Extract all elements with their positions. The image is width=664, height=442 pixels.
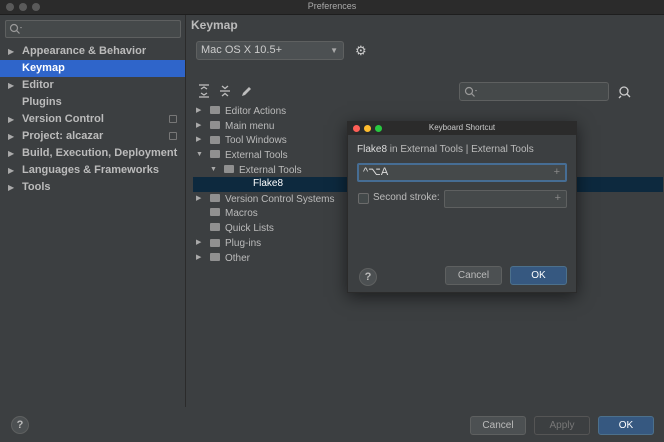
tree-row-label: Tool Windows xyxy=(225,135,287,147)
folder-icon xyxy=(210,194,220,203)
chevron-right-icon[interactable]: ▶ xyxy=(8,43,14,60)
tree-row-label: Flake8 xyxy=(253,178,284,190)
sidebar-item-label: Editor xyxy=(22,79,54,91)
sidebar-item[interactable]: ▶ Appearance & Behavior xyxy=(0,43,185,60)
help-button[interactable]: ? xyxy=(11,416,29,434)
sidebar-item-label: Plugins xyxy=(22,96,62,108)
sidebar-item[interactable]: Keymap xyxy=(0,60,185,77)
dialog-cancel-button[interactable]: Cancel xyxy=(445,266,502,285)
search-icon xyxy=(464,86,477,97)
chevron-right-icon[interactable]: ▶ xyxy=(196,119,205,134)
plus-icon[interactable]: + xyxy=(554,165,560,180)
folder-icon xyxy=(210,150,220,159)
tree-row-label: External Tools xyxy=(239,164,302,176)
page-title: Keymap xyxy=(191,18,238,32)
dialog-help-button[interactable]: ? xyxy=(359,268,377,286)
second-stroke-field[interactable]: + xyxy=(444,190,567,208)
settings-sidebar: ▶ Appearance & Behavior Keymap ▶ Editor Plugi… xyxy=(0,15,186,407)
sidebar-item-label: Languages & Frameworks xyxy=(22,164,159,176)
project-scope-icon xyxy=(169,115,177,123)
sidebar-item[interactable]: ▶ Version Control xyxy=(0,111,185,128)
sidebar-item-label: Version Control xyxy=(22,113,104,125)
tree-row-label: External Tools xyxy=(225,150,288,162)
first-stroke-value: ^⌥A xyxy=(363,166,389,178)
dialog-ok-button[interactable]: OK xyxy=(510,266,567,285)
folder-icon xyxy=(210,121,220,130)
action-name: Flake8 xyxy=(357,144,388,155)
sidebar-item[interactable]: Plugins xyxy=(0,94,185,111)
folder-icon xyxy=(210,106,220,115)
chevron-right-icon[interactable]: ▶ xyxy=(8,179,14,196)
search-icon xyxy=(9,23,22,34)
sidebar-item[interactable]: ▶ Build, Execution, Deployment xyxy=(0,145,185,162)
settings-nav: ▶ Appearance & Behavior Keymap ▶ Editor Plugi… xyxy=(0,43,185,196)
sidebar-item-label: Project: alcazar xyxy=(22,130,104,142)
shortcut-description: Flake8 in External Tools | External Tool… xyxy=(357,144,534,155)
folder-icon xyxy=(210,222,220,231)
chevron-right-icon[interactable]: ▶ xyxy=(196,133,205,148)
chevron-right-icon[interactable]: ▶ xyxy=(8,145,14,162)
cancel-button[interactable]: Cancel xyxy=(470,416,526,435)
title-bar: Preferences xyxy=(0,0,664,15)
chevron-right-icon[interactable]: ▶ xyxy=(8,111,14,128)
folder-icon xyxy=(210,253,220,262)
action-path: in External Tools | External Tools xyxy=(387,144,534,155)
pencil-icon[interactable] xyxy=(240,84,252,98)
dialog-title: Keyboard Shortcut xyxy=(428,123,496,132)
collapse-all-icon[interactable] xyxy=(219,84,231,98)
tree-row-label: Other xyxy=(225,252,251,264)
second-stroke-label: Second stroke: xyxy=(373,192,440,203)
sidebar-item[interactable]: ▶ Editor xyxy=(0,77,185,94)
folder-icon xyxy=(210,208,220,217)
tree-row-label: Plug-ins xyxy=(225,238,262,250)
sidebar-item-label: Build, Execution, Deployment xyxy=(22,147,178,159)
tree-row-label: Main menu xyxy=(225,120,275,132)
second-stroke-checkbox[interactable] xyxy=(358,193,369,204)
folder-icon xyxy=(224,165,234,174)
chevron-down-icon: ▼ xyxy=(330,46,338,55)
sidebar-item-label: Appearance & Behavior xyxy=(22,45,147,57)
dialog-title-bar: Keyboard Shortcut xyxy=(348,122,576,135)
tree-row-label: Editor Actions xyxy=(225,106,287,117)
folder-icon xyxy=(210,135,220,144)
keymap-select-value: Mac OS X 10.5+ xyxy=(201,44,283,56)
tree-toolbar xyxy=(198,84,252,98)
plus-icon[interactable]: + xyxy=(555,192,561,204)
ok-button[interactable]: OK xyxy=(598,416,654,435)
sidebar-item[interactable]: ▶ Languages & Frameworks xyxy=(0,162,185,179)
sidebar-item-label: Tools xyxy=(22,181,51,193)
tree-row-label: Quick Lists xyxy=(225,222,274,234)
first-stroke-field[interactable]: ^⌥A + xyxy=(357,163,567,182)
gear-icon[interactable]: ⚙ xyxy=(355,43,367,59)
find-by-shortcut-icon[interactable] xyxy=(618,85,632,99)
sidebar-item-label: Keymap xyxy=(22,62,65,74)
window-title: Preferences xyxy=(307,1,357,11)
chevron-right-icon[interactable]: ▶ xyxy=(196,104,205,119)
footer-bar: ? Cancel Apply OK xyxy=(0,407,664,442)
tree-row-label: Version Control Systems xyxy=(225,194,335,206)
folder-icon xyxy=(210,238,220,247)
expand-all-icon[interactable] xyxy=(198,84,210,98)
chevron-right-icon[interactable]: ▶ xyxy=(196,192,205,207)
chevron-right-icon[interactable]: ▶ xyxy=(196,251,205,266)
chevron-right-icon[interactable]: ▶ xyxy=(8,77,14,94)
tree-row[interactable]: ▶ Editor Actions xyxy=(193,104,663,119)
chevron-down-icon[interactable]: ▼ xyxy=(210,163,219,178)
keyboard-shortcut-dialog: Keyboard Shortcut Flake8 in External Too… xyxy=(347,121,577,293)
project-scope-icon xyxy=(169,132,177,140)
chevron-down-icon[interactable]: ▼ xyxy=(196,148,205,163)
chevron-right-icon[interactable]: ▶ xyxy=(8,162,14,179)
sidebar-item[interactable]: ▶ Project: alcazar xyxy=(0,128,185,145)
tree-row-label: Macros xyxy=(225,207,258,219)
apply-button[interactable]: Apply xyxy=(534,416,590,435)
action-search-input[interactable] xyxy=(459,82,609,101)
keymap-select[interactable]: Mac OS X 10.5+ ▼ xyxy=(196,41,344,60)
sidebar-item[interactable]: ▶ Tools xyxy=(0,179,185,196)
chevron-right-icon[interactable]: ▶ xyxy=(8,128,14,145)
settings-search-input[interactable] xyxy=(5,20,181,38)
chevron-right-icon[interactable]: ▶ xyxy=(196,236,205,251)
